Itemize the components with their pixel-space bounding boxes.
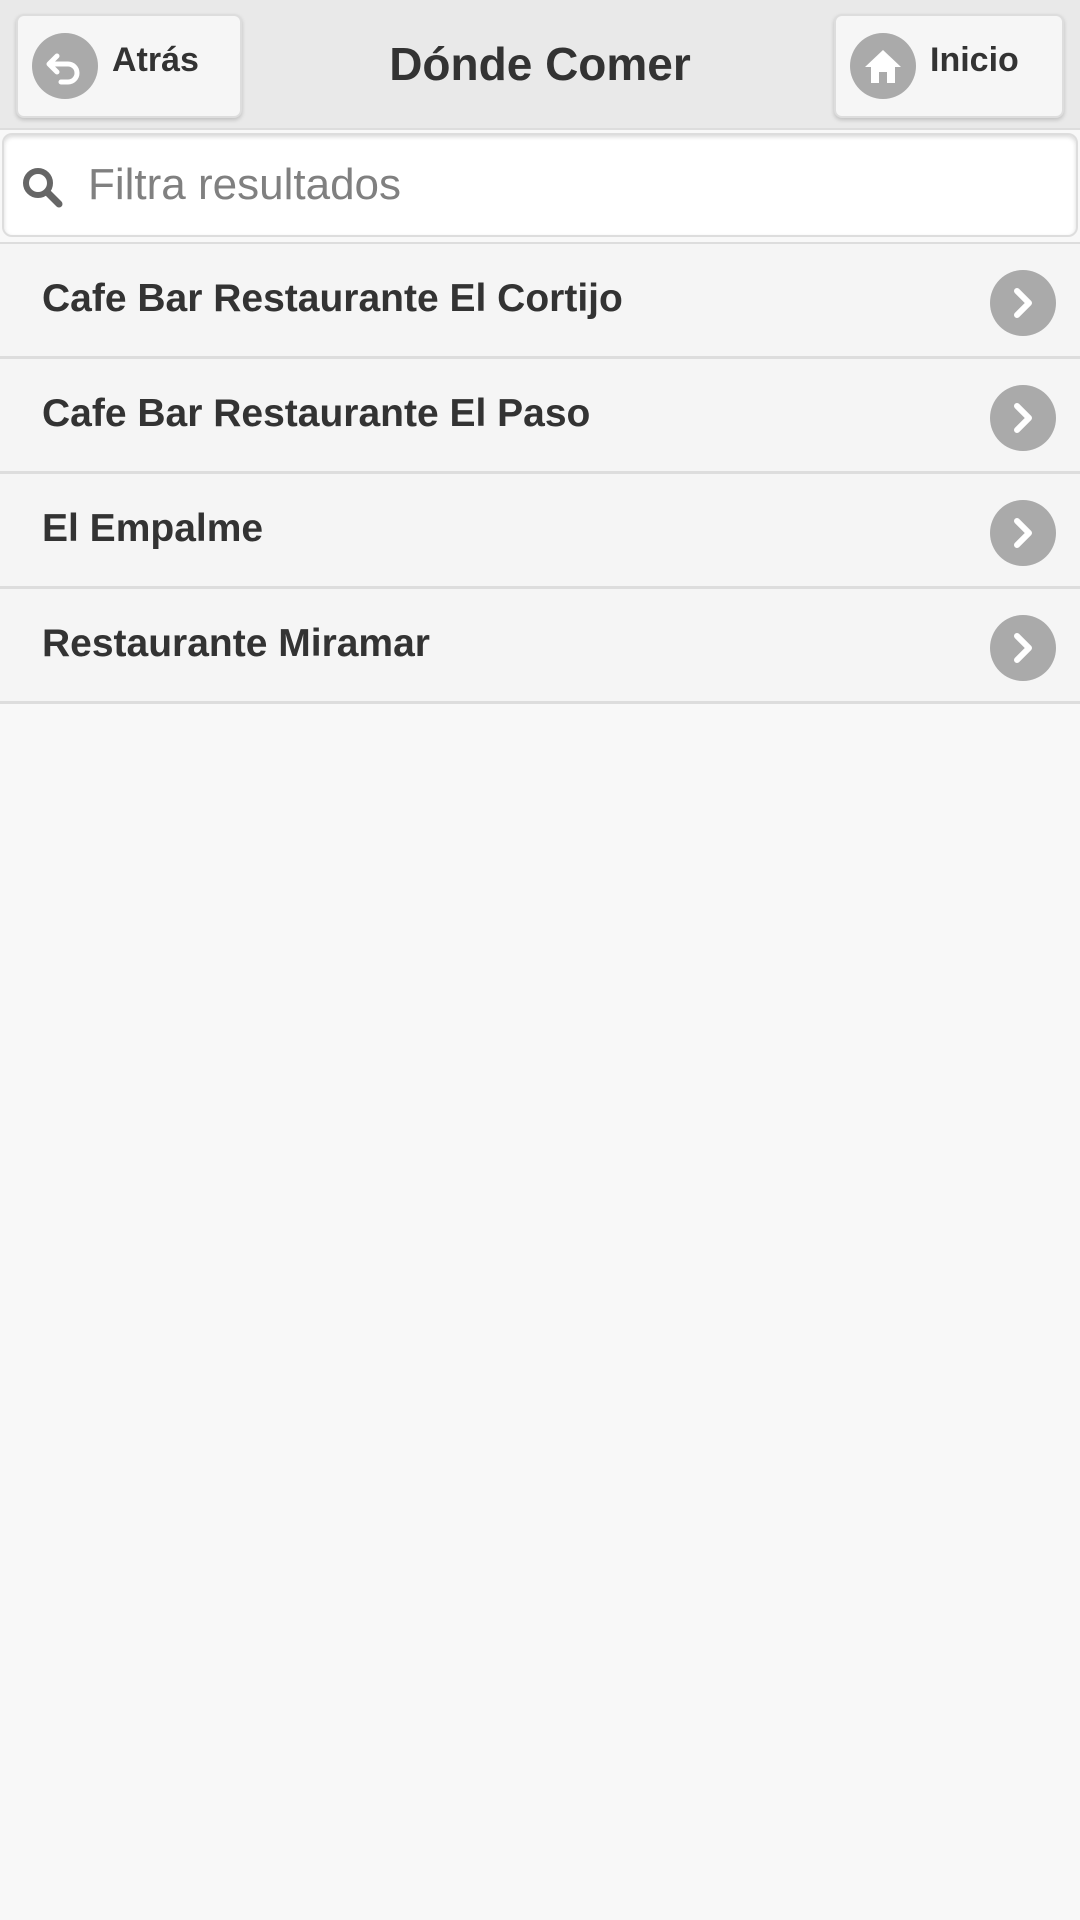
undo-arrow-icon	[32, 33, 98, 99]
search-icon	[20, 165, 64, 209]
chevron-right-icon	[990, 615, 1056, 681]
list-item[interactable]: El Empalme	[0, 474, 1080, 589]
list-item[interactable]: Cafe Bar Restaurante El Paso	[0, 359, 1080, 474]
list-item[interactable]: Cafe Bar Restaurante El Cortijo	[0, 244, 1080, 359]
chevron-right-icon	[990, 270, 1056, 336]
chevron-right-icon	[990, 385, 1056, 451]
home-button[interactable]: Inicio	[834, 14, 1064, 118]
search-input[interactable]	[88, 145, 1058, 225]
search-bar	[2, 133, 1078, 237]
page-title: Dónde Comer	[389, 38, 691, 90]
list-item[interactable]: Restaurante Miramar	[0, 589, 1080, 704]
chevron-right-icon	[990, 500, 1056, 566]
restaurant-list: Cafe Bar Restaurante El Cortijo Cafe Bar…	[0, 242, 1080, 704]
list-item-label: Cafe Bar Restaurante El Cortijo	[42, 277, 623, 320]
list-item-label: El Empalme	[42, 507, 264, 550]
home-icon	[850, 33, 916, 99]
header-bar: Atrás Dónde Comer Inicio	[0, 0, 1080, 130]
list-item-label: Restaurante Miramar	[42, 622, 430, 665]
list-item-label: Cafe Bar Restaurante El Paso	[42, 392, 591, 435]
back-button-label: Atrás	[112, 40, 199, 79]
back-button[interactable]: Atrás	[16, 14, 242, 118]
home-button-label: Inicio	[930, 40, 1019, 79]
